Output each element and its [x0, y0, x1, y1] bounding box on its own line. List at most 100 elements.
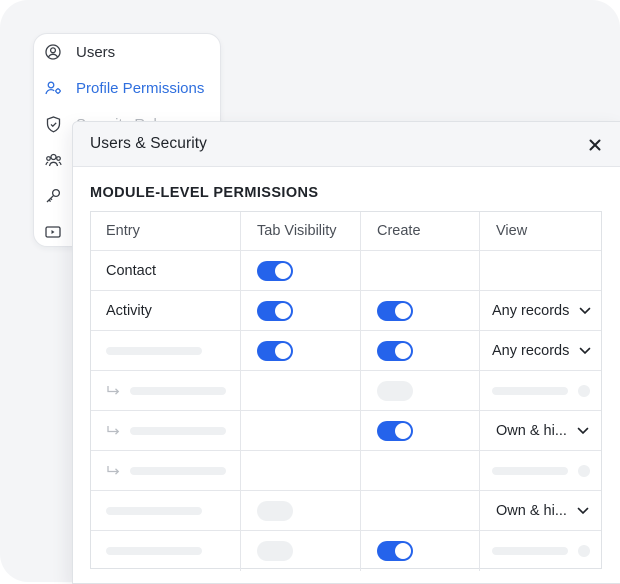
entry-cell: [91, 411, 240, 450]
view-cell: Any records: [479, 291, 601, 330]
users-security-modal: Users & Security MODULE-LEVEL PERMISSION…: [72, 121, 620, 584]
tab-visibility-toggle[interactable]: [257, 340, 293, 361]
tab-visibility-cell: [240, 251, 360, 290]
permissions-table: Entry Tab Visibility Create View Contact…: [90, 211, 602, 571]
entry-skeleton: [130, 426, 226, 435]
view-scope-value: Any records: [492, 302, 570, 319]
table-row: Own & hi...: [91, 491, 601, 531]
create-cell: [360, 411, 479, 450]
view-skeleton: [492, 466, 568, 475]
column-header-label: Entry: [106, 223, 140, 239]
sidebar-item-label: Users: [76, 43, 116, 61]
column-header-entry: Entry: [91, 212, 240, 250]
column-header-label: Create: [377, 223, 421, 239]
entry-skeleton: [130, 386, 226, 395]
view-cell: [479, 451, 601, 490]
tab-visibility-toggle-skeleton: [257, 541, 293, 561]
column-header-view: View: [479, 212, 601, 250]
view-skeleton-dot: [578, 545, 590, 557]
create-toggle[interactable]: [377, 300, 413, 321]
table-row: [91, 451, 601, 491]
create-toggle-skeleton: [377, 380, 413, 401]
entry-cell: [91, 331, 240, 370]
sidebar-item-users[interactable]: Users: [34, 34, 220, 70]
tab-visibility-toggle[interactable]: [257, 300, 293, 321]
view-scope-select[interactable]: Any records: [492, 343, 591, 359]
tab-visibility-cell: [240, 331, 360, 370]
entry-skeleton: [106, 547, 202, 555]
chevron-down-icon: [577, 425, 589, 437]
create-toggle[interactable]: [377, 420, 413, 441]
view-skeleton: [492, 386, 568, 395]
tab-visibility-cell: [240, 291, 360, 330]
entry-cell: Activity: [91, 291, 240, 330]
tab-visibility-cell: [240, 371, 360, 410]
view-scope-select[interactable]: Own & hi...: [492, 423, 589, 439]
view-scope-select[interactable]: Own & hi...: [492, 503, 589, 519]
key-icon: [44, 187, 62, 205]
entry-cell: [91, 491, 240, 530]
entry-label: Contact: [106, 262, 156, 279]
user-permissions-icon: [44, 79, 62, 97]
table-row: Contact: [91, 251, 601, 291]
entry-skeleton: [130, 466, 226, 475]
create-toggle[interactable]: [377, 541, 413, 561]
view-skeleton-dot: [578, 464, 590, 477]
table-row: Own & hi...: [91, 411, 601, 451]
create-toggle[interactable]: [377, 340, 413, 361]
create-cell: [360, 331, 479, 370]
column-header-label: Tab Visibility: [257, 223, 337, 239]
view-cell: Any records: [479, 331, 601, 370]
create-cell: [360, 531, 479, 571]
view-cell: Own & hi...: [479, 491, 601, 530]
shield-icon: [44, 115, 62, 133]
chevron-down-icon: [579, 345, 591, 357]
entry-cell: [91, 451, 240, 490]
table-row: [91, 371, 601, 411]
screen-icon: [44, 223, 62, 241]
tab-visibility-cell: [240, 491, 360, 530]
sidebar-item-profile-permissions[interactable]: Profile Permissions: [34, 70, 220, 106]
entry-cell: [91, 531, 240, 571]
tab-visibility-toggle[interactable]: [257, 260, 293, 281]
sidebar-item-label: Profile Permissions: [76, 79, 205, 97]
table-header-row: Entry Tab Visibility Create View: [91, 212, 601, 251]
create-cell: [360, 491, 479, 530]
view-cell: Own & hi...: [479, 411, 601, 450]
tab-visibility-cell: [240, 451, 360, 490]
view-cell: [479, 371, 601, 410]
team-icon: [44, 151, 62, 169]
create-cell: [360, 251, 479, 290]
view-cell: [479, 251, 601, 290]
sub-entry-arrow-icon: [106, 464, 124, 478]
entry-cell: Contact: [91, 251, 240, 290]
create-cell: [360, 291, 479, 330]
entry-label: Activity: [106, 302, 152, 319]
tab-visibility-cell: [240, 411, 360, 450]
create-cell: [360, 451, 479, 490]
tab-visibility-cell: [240, 531, 360, 571]
table-row: Any records: [91, 331, 601, 371]
column-header-label: View: [496, 223, 528, 239]
sub-entry-arrow-icon: [106, 424, 124, 438]
entry-skeleton: [106, 506, 202, 515]
column-header-create: Create: [360, 212, 479, 250]
chevron-down-icon: [579, 305, 591, 317]
entry-skeleton: [106, 346, 202, 355]
modal-title: Users & Security: [90, 135, 208, 152]
modal-header: Users & Security: [73, 122, 620, 167]
create-cell: [360, 371, 479, 410]
view-skeleton-dot: [578, 384, 590, 397]
table-row: [91, 531, 601, 571]
table-row: Activity Any records: [91, 291, 601, 331]
sub-entry-arrow-icon: [106, 384, 124, 398]
view-scope-select[interactable]: Any records: [492, 303, 591, 319]
entry-cell: [91, 371, 240, 410]
close-icon[interactable]: [584, 134, 606, 156]
tab-visibility-toggle-skeleton: [257, 500, 293, 521]
view-scope-value: Own & hi...: [496, 422, 567, 439]
view-scope-value: Any records: [492, 342, 570, 359]
column-header-tab-visibility: Tab Visibility: [240, 212, 360, 250]
user-circle-icon: [44, 43, 62, 61]
view-scope-value: Own & hi...: [496, 502, 567, 519]
